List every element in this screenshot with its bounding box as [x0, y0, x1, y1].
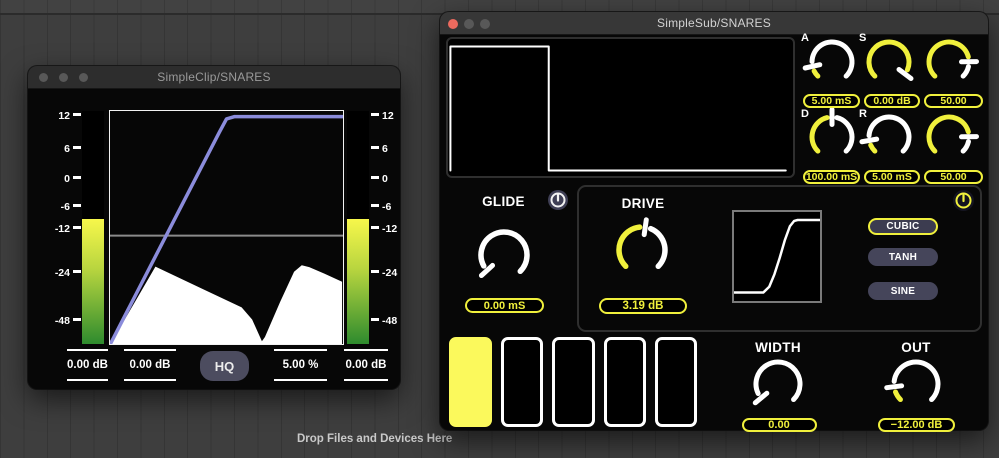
scale-tick [73, 318, 81, 321]
release-curve-knob[interactable] [919, 107, 979, 167]
scale-tick [371, 318, 379, 321]
scale-label: -12 [54, 223, 70, 235]
release-knob[interactable] [859, 107, 919, 167]
pad-3[interactable] [552, 337, 595, 427]
scale-tick [371, 146, 379, 149]
scale-tick [73, 226, 81, 229]
sustain-value[interactable]: 0.00 dB [864, 93, 920, 108]
pad-1[interactable] [449, 337, 492, 427]
scale-label: 6 [382, 143, 388, 155]
meter-fill [81, 219, 104, 344]
attack-curve-value[interactable]: 50.00 [924, 93, 983, 108]
scale-tick [73, 176, 81, 179]
scale-label: -24 [382, 267, 398, 279]
scale-tick [371, 270, 379, 273]
sustain-knob[interactable] [859, 32, 919, 92]
output-level-meter [346, 111, 369, 344]
release-curve-value[interactable]: 50.00 [924, 169, 983, 184]
simpleclip-plugin-window: SimpleClip/SNARES 12 6 0 -6 -12 -24 -48 12 6 0 -6… [28, 66, 400, 389]
drive-knob[interactable] [610, 217, 674, 282]
drop-files-hint: Drop Files and Devices Here [297, 433, 453, 445]
drive-value[interactable]: 3.19 dB [599, 298, 687, 314]
scale-label: 0 [382, 173, 388, 185]
scale-label: -6 [60, 201, 70, 213]
scale-label: 12 [58, 110, 70, 122]
output-gain-field[interactable]: 0.00 dB [344, 349, 388, 381]
width-knob[interactable] [748, 354, 808, 414]
scale-tick [73, 204, 81, 207]
scale-label: -48 [54, 315, 70, 327]
scale-label: -6 [382, 201, 392, 213]
envelope-display [446, 37, 795, 178]
zoom-button[interactable] [480, 19, 490, 29]
decay-value[interactable]: 100.00 mS [803, 169, 860, 184]
drive-power-button[interactable] [953, 190, 974, 211]
input-gain-field[interactable]: 0.00 dB [67, 349, 108, 381]
glide-knob[interactable] [472, 223, 536, 287]
scale-label: 12 [382, 110, 394, 122]
hq-toggle-button[interactable]: HQ [200, 351, 249, 381]
out-value[interactable]: −12.00 dB [878, 418, 955, 432]
input-level-meter [81, 111, 104, 344]
attack-knob[interactable] [802, 32, 862, 92]
out-label: OUT [901, 340, 931, 355]
window-title: SimpleClip/SNARES [157, 70, 271, 84]
waveshaper-display [731, 210, 822, 303]
close-button[interactable] [448, 19, 458, 29]
simplesub-plugin-window: SimpleSub/SNARES A S D R 5.00 mS 0.00 dB… [440, 12, 988, 432]
softness-field[interactable]: 5.00 % [274, 349, 327, 381]
meter-fill [346, 219, 369, 344]
scale-tick [371, 113, 379, 116]
attack-curve-knob[interactable] [919, 32, 979, 92]
scale-label: 6 [64, 143, 70, 155]
close-button[interactable] [39, 73, 48, 82]
daw-background: Drop Files and Devices Here SimpleClip/S… [0, 0, 999, 458]
pad-5[interactable] [654, 337, 697, 427]
pad-2[interactable] [500, 337, 543, 427]
attack-value[interactable]: 5.00 mS [803, 93, 860, 108]
glide-value[interactable]: 0.00 mS [465, 298, 544, 313]
minimize-button[interactable] [59, 73, 68, 82]
clip-transfer-display [108, 109, 344, 345]
window-title: SimpleSub/SNARES [657, 16, 771, 30]
decay-knob[interactable] [802, 107, 862, 167]
width-label: WIDTH [755, 340, 801, 355]
out-knob[interactable] [884, 354, 946, 414]
scale-tick [73, 270, 81, 273]
width-value[interactable]: 0.00 [741, 418, 817, 432]
scale-label: 0 [64, 173, 70, 185]
scale-label: -48 [382, 315, 398, 327]
zoom-button[interactable] [79, 73, 88, 82]
pad-4[interactable] [603, 337, 646, 427]
scale-tick [371, 176, 379, 179]
clip-gain-field[interactable]: 0.00 dB [124, 349, 176, 381]
release-value[interactable]: 5.00 mS [864, 169, 920, 184]
glide-label: GLIDE [482, 194, 525, 209]
minimize-button[interactable] [464, 19, 474, 29]
scale-tick [371, 204, 379, 207]
mode-sine-button[interactable]: SINE [868, 282, 938, 300]
scale-label: -24 [54, 267, 70, 279]
mode-cubic-button[interactable]: CUBIC [868, 218, 938, 235]
scale-tick [371, 226, 379, 229]
drive-label: DRIVE [621, 196, 665, 211]
scale-tick [73, 146, 81, 149]
scale-tick [73, 113, 81, 116]
scale-label: -12 [382, 223, 398, 235]
simpleclip-titlebar[interactable]: SimpleClip/SNARES [28, 66, 400, 89]
mode-tanh-button[interactable]: TANH [868, 248, 938, 266]
glide-power-button[interactable] [548, 190, 568, 210]
